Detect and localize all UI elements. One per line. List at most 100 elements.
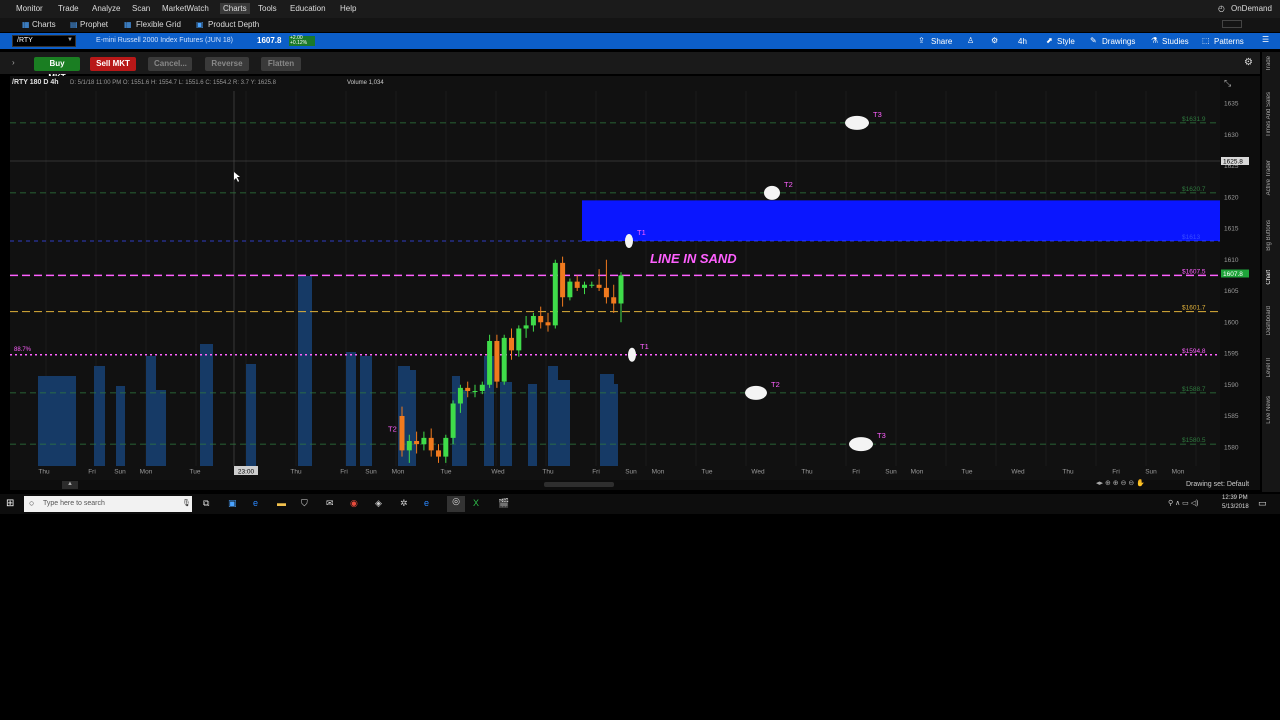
candle-body (530, 316, 536, 326)
symbol-bar: /RTY ▼ E-mini Russell 2000 Index Futures… (0, 33, 1280, 49)
chart-panel[interactable]: $1631.9 $1620.7 $1613 $1607.5 $1601.7 $1594.8… (10, 76, 1260, 486)
symbol-input[interactable]: /RTY (17, 37, 33, 44)
gear-icon[interactable]: ⚙ (1244, 57, 1253, 68)
notification-icon[interactable]: ▭ (1258, 498, 1267, 509)
menu-item-trade[interactable]: Trade (58, 4, 79, 13)
time-tick-label: Fri (88, 469, 96, 476)
subtab-product-depth[interactable]: Product Depth (208, 20, 259, 29)
side-tab-level-ii[interactable]: Level II (1266, 358, 1272, 377)
target-up-t2-label: T2 (784, 180, 793, 189)
app2-icon[interactable]: ◈ (375, 498, 382, 509)
gear-icon[interactable]: ⚙ (991, 36, 998, 45)
chrome-icon[interactable]: ◉ (350, 498, 358, 509)
cancel-button[interactable]: Cancel... (148, 57, 192, 71)
time-tick-label: Thu (290, 469, 302, 476)
reverse-button[interactable]: Reverse (205, 57, 249, 71)
chart-scroll-area: ◂▸ ⊕ ⊕ ⊖ ⊖ ✋ Drawing set: Default (10, 480, 1260, 490)
menu-item-marketwatch[interactable]: MarketWatch (162, 4, 209, 13)
time-tick-label: Tue (441, 469, 452, 476)
symbol-description: E-mini Russell 2000 Index Futures (JUN 1… (96, 37, 233, 44)
candle-body (436, 450, 441, 457)
windows-start-icon[interactable]: ⊞ (6, 498, 14, 509)
side-tab-chart[interactable]: Chart (1266, 270, 1272, 285)
app3-icon[interactable]: ✲ (400, 498, 408, 509)
menu-item-help[interactable]: Help (340, 4, 356, 13)
collapse-icon[interactable]: ⤡ (1224, 78, 1231, 89)
search-box[interactable]: ○ Type here to search 🎙 (24, 496, 192, 512)
ondemand-icon[interactable]: ◴ (1218, 4, 1225, 13)
candle-body (596, 284, 602, 288)
side-tab-dashboard[interactable]: Dashboard (1266, 306, 1272, 335)
price-chart[interactable]: $1631.9 $1620.7 $1613 $1607.5 $1601.7 $1594.8… (10, 76, 1260, 486)
store-icon[interactable]: ⛉ (301, 498, 308, 509)
edge-icon[interactable]: e (253, 498, 258, 508)
menu-icon[interactable]: ☰ (1262, 35, 1269, 44)
menu-item-analyze[interactable]: Analyze (92, 4, 120, 13)
target-down-t1-label: T1 (640, 342, 649, 351)
price-level-label: $1620.7 (1182, 186, 1206, 193)
side-tab-big-buttons[interactable]: Big Buttons (1266, 220, 1272, 251)
expand-icon[interactable]: › (12, 58, 15, 67)
side-tab-live-news[interactable]: Live News (1266, 396, 1272, 424)
studies-button[interactable]: Studies (1162, 37, 1189, 46)
subtab-flexible-grid[interactable]: Flexible Grid (136, 20, 181, 29)
side-tab-times-and-sales[interactable]: Times And Sales (1266, 92, 1272, 137)
app-icon[interactable]: ▣ (228, 498, 237, 509)
share-icon[interactable]: ⇪ (918, 36, 925, 45)
alert-icon[interactable]: ♙ (967, 36, 974, 45)
microphone-icon[interactable]: 🎙 (182, 499, 191, 507)
side-tab-active-trader[interactable]: Active Trader (1266, 160, 1272, 195)
thinkorswim-icon[interactable]: ◎ (447, 496, 465, 512)
clapper-icon[interactable]: 🎬 (498, 498, 509, 509)
volume-bar (116, 386, 125, 466)
chevron-down-icon[interactable]: ▼ (67, 37, 73, 43)
buy-market-button[interactable]: Buy MKT (34, 57, 80, 82)
time-tick-label: Tue (962, 469, 973, 476)
ie-icon[interactable]: e (424, 498, 429, 508)
pencil-icon[interactable]: ✎ (1090, 36, 1097, 45)
menu-item-charts[interactable]: Charts (220, 3, 250, 14)
share-button[interactable]: Share (931, 37, 952, 46)
drawings-button[interactable]: Drawings (1102, 37, 1135, 46)
flatten-button[interactable]: Flatten (261, 57, 301, 71)
excel-icon[interactable]: X (473, 498, 479, 508)
prophet-icon: ▤ (70, 20, 78, 29)
style-button[interactable]: Style (1057, 37, 1075, 46)
chart-title: /RTY 180 D 4h (12, 79, 59, 86)
menu-item-scan[interactable]: Scan (132, 4, 150, 13)
expand-down-icon[interactable]: ▲ (62, 481, 78, 489)
zoom-icon[interactable]: ◂▸ ⊕ ⊕ ⊖ ⊖ ✋ (1096, 479, 1145, 487)
sub-tab-bar: ▦ Charts ▤ Prophet ▦ Flexible Grid ▣ Pro… (0, 18, 1280, 32)
aggregation-button[interactable]: 4h (1018, 37, 1027, 46)
price-tick-label: 1610 (1224, 257, 1239, 264)
task-view-icon[interactable]: ⧉ (203, 498, 209, 509)
volume-bar (298, 276, 312, 466)
layout-button[interactable] (1222, 20, 1242, 28)
patterns-button[interactable]: Patterns (1214, 37, 1244, 46)
menu-item-education[interactable]: Education (290, 4, 326, 13)
ondemand-button[interactable]: OnDemand (1231, 4, 1272, 13)
taskbar-time: 12:39 PM (1222, 495, 1248, 501)
volume-bar (346, 352, 356, 466)
mouse-cursor-icon (234, 172, 240, 182)
patterns-icon[interactable]: ⬚ (1202, 36, 1210, 45)
menu-item-monitor[interactable]: Monitor (16, 4, 43, 13)
tray-icons[interactable]: ⚲ ∧ ▭ ◁) (1168, 499, 1198, 507)
volume-bar (608, 384, 618, 466)
candle-body (465, 387, 471, 391)
folder-icon[interactable]: ▬ (277, 498, 286, 508)
side-tab-trade[interactable]: Trade (1266, 56, 1272, 71)
drawing-set-label[interactable]: Drawing set: Default (1186, 481, 1249, 488)
candle-body (443, 437, 449, 457)
chart-scrollbar[interactable] (544, 482, 614, 487)
style-icon[interactable]: ⬈ (1046, 36, 1053, 45)
menu-item-tools[interactable]: Tools (258, 4, 277, 13)
subtab-charts[interactable]: Charts (32, 20, 56, 29)
flask-icon[interactable]: ⚗ (1151, 36, 1158, 45)
sell-market-button[interactable]: Sell MKT (90, 57, 136, 71)
subtab-prophet[interactable]: Prophet (80, 20, 108, 29)
mail-icon[interactable]: ✉ (326, 498, 334, 509)
candle-body (399, 416, 405, 451)
swing-low-label: T2 (388, 425, 397, 434)
symbol-selector[interactable]: /RTY ▼ (12, 35, 76, 47)
